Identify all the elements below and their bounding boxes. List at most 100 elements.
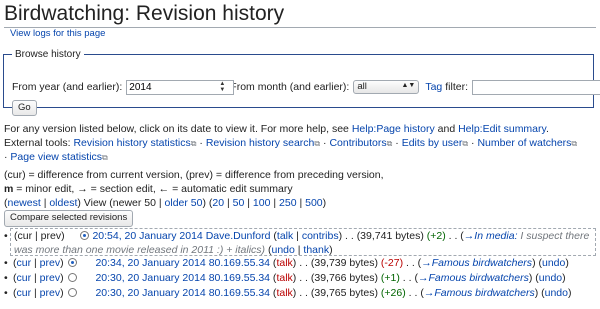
cur-text: cur — [17, 230, 33, 242]
year-input[interactable] — [126, 79, 235, 95]
external-link-icon: ⧉ — [462, 139, 469, 148]
view-logs-link[interactable]: View logs for this page — [10, 28, 105, 41]
size-diff: (+1) — [380, 272, 400, 284]
limit-250-link[interactable]: 250 — [279, 197, 297, 209]
cur-link[interactable]: cur — [17, 287, 32, 299]
tool-number-of-watchers[interactable]: Number of watchers — [477, 137, 571, 149]
browse-history-form: Browse history From year (and earlier): … — [3, 48, 600, 117]
legend-section: = section edit, — [87, 183, 159, 195]
tag-link[interactable]: Tag — [425, 80, 442, 94]
user-talk-link[interactable]: talk — [276, 272, 292, 284]
undo-link[interactable]: undo — [545, 287, 568, 299]
help-edit-summary-link[interactable]: Help:Edit summary — [458, 123, 546, 135]
user-link[interactable]: 80.169.55.34 — [209, 257, 270, 269]
user-link[interactable]: Dave.Dunford — [206, 230, 271, 242]
cur-link[interactable]: cur — [17, 257, 32, 269]
old-radio[interactable] — [67, 258, 77, 267]
external-tools-label: External tools: — [4, 137, 71, 149]
user-talk-link[interactable]: talk — [277, 230, 293, 242]
oldest-link[interactable]: oldest — [49, 197, 77, 209]
year-spinner-icon[interactable]: ▲ ▼ — [219, 81, 225, 93]
prev-text: prev — [40, 230, 62, 242]
revision-size: (39,739 bytes) — [310, 257, 378, 269]
browse-history-legend: Browse history — [15, 49, 81, 60]
pagination-line: (newest | oldest) View (newer 50 | older… — [4, 197, 327, 209]
revision-size: (39,741 bytes) — [356, 230, 424, 242]
limit-100-link[interactable]: 100 — [253, 197, 271, 209]
new-radio[interactable] — [79, 231, 89, 240]
revision-row: (cur | prev) 20:54, 20 January 2014 Dave… — [4, 228, 596, 256]
minor-edit-marker: m — [4, 183, 14, 195]
section-link[interactable]: →Famous birdwatchers — [424, 287, 535, 299]
auto-arrow-icon: ← — [158, 183, 170, 195]
compare-revisions-button[interactable]: Compare selected revisions — [4, 210, 134, 227]
newest-link[interactable]: newest — [8, 197, 41, 209]
old-radio[interactable] — [67, 288, 77, 297]
size-diff: (+2) — [426, 230, 446, 242]
legend-minor: = minor edit, — [13, 183, 78, 195]
external-tools-line-2: · Page view statistics⧉ — [4, 151, 108, 163]
revision-timestamp-link[interactable]: 20:54, 20 January 2014 — [92, 230, 202, 242]
view-label: View (newer 50 | — [83, 197, 165, 209]
legend-line-2: m = minor edit, → = section edit, ← = au… — [4, 182, 293, 196]
page-title: Birdwatching: Revision history — [4, 2, 596, 29]
revision-size: (39,765 bytes) — [310, 287, 378, 299]
limit-500-link[interactable]: 500 — [305, 197, 323, 209]
prev-link[interactable]: prev — [40, 257, 60, 269]
section-link[interactable]: →Famous birdwatchers — [418, 272, 529, 284]
limit-50-link[interactable]: 50 — [233, 197, 245, 209]
revision-row: (cur | prev) 20:30, 20 January 2014 80.1… — [4, 271, 596, 286]
legend-auto: = automatic edit summary — [169, 183, 293, 195]
tool-contributors[interactable]: Contributors — [329, 137, 386, 149]
external-link-icon: ⧉ — [190, 139, 197, 148]
tag-filter-input[interactable] — [472, 79, 600, 95]
undo-link[interactable]: undo — [539, 272, 562, 284]
undo-link[interactable]: undo — [271, 244, 294, 256]
size-diff: (+26) — [380, 287, 406, 299]
user-contribs-link[interactable]: contribs — [302, 230, 339, 242]
revision-timestamp-link[interactable]: 20:30, 20 January 2014 — [95, 287, 205, 299]
tool-revision-history-search[interactable]: Revision history search — [206, 137, 315, 149]
section-arrow-icon: → — [77, 183, 88, 195]
section-link[interactable]: →In media: — [464, 230, 518, 242]
revision-row: (cur | prev) 20:30, 20 January 2014 80.1… — [4, 286, 596, 301]
external-link-icon: ⧉ — [314, 139, 321, 148]
revision-row: (cur | prev) 20:34, 20 January 2014 80.1… — [4, 256, 596, 271]
revision-timestamp-link[interactable]: 20:34, 20 January 2014 — [95, 257, 205, 269]
external-link-icon: ⧉ — [102, 153, 108, 162]
month-select[interactable]: all ▲▼ — [353, 80, 420, 94]
old-radio[interactable] — [67, 273, 77, 282]
help-end: . — [546, 123, 549, 135]
legend-line-1: (cur) = difference from current version,… — [4, 169, 384, 181]
undo-link[interactable]: undo — [542, 257, 565, 269]
month-label: From month (and earlier): — [230, 80, 350, 93]
size-diff: (-27) — [380, 257, 404, 269]
user-link[interactable]: 80.169.55.34 — [209, 272, 270, 284]
external-link-icon: ⧉ — [386, 139, 393, 148]
older-50-link[interactable]: older 50 — [165, 197, 203, 209]
month-select-value: all — [357, 81, 367, 92]
user-talk-link[interactable]: talk — [276, 257, 292, 269]
tool-page-view-statistics[interactable]: Page view statistics — [10, 151, 102, 163]
thank-link[interactable]: thank — [303, 244, 329, 256]
user-talk-link[interactable]: talk — [276, 287, 292, 299]
year-label: From year (and earlier): — [12, 80, 123, 93]
external-link-icon: ⧉ — [571, 139, 578, 148]
prev-link[interactable]: prev — [40, 272, 60, 284]
limit-20-link[interactable]: 20 — [212, 197, 224, 209]
tool-revision-history-statistics[interactable]: Revision history statistics — [73, 137, 190, 149]
help-and: and — [434, 123, 459, 135]
revision-timestamp-link[interactable]: 20:30, 20 January 2014 — [95, 272, 205, 284]
tool-edits-by-user[interactable]: Edits by user — [402, 137, 463, 149]
external-tools-line: External tools: Revision history statist… — [4, 137, 578, 149]
revision-list: (cur | prev) 20:54, 20 January 2014 Dave… — [4, 228, 596, 301]
help-line: For any version listed below, click on i… — [4, 122, 549, 136]
cur-link[interactable]: cur — [17, 272, 32, 284]
prev-link[interactable]: prev — [40, 287, 60, 299]
section-link[interactable]: →Famous birdwatchers — [421, 257, 532, 269]
help-page-history-link[interactable]: Help:Page history — [352, 123, 435, 135]
go-button[interactable]: Go — [12, 99, 37, 117]
help-text: For any version listed below, click on i… — [4, 123, 352, 135]
tag-filter-label: filter: — [445, 80, 469, 93]
user-link[interactable]: 80.169.55.34 — [209, 287, 270, 299]
